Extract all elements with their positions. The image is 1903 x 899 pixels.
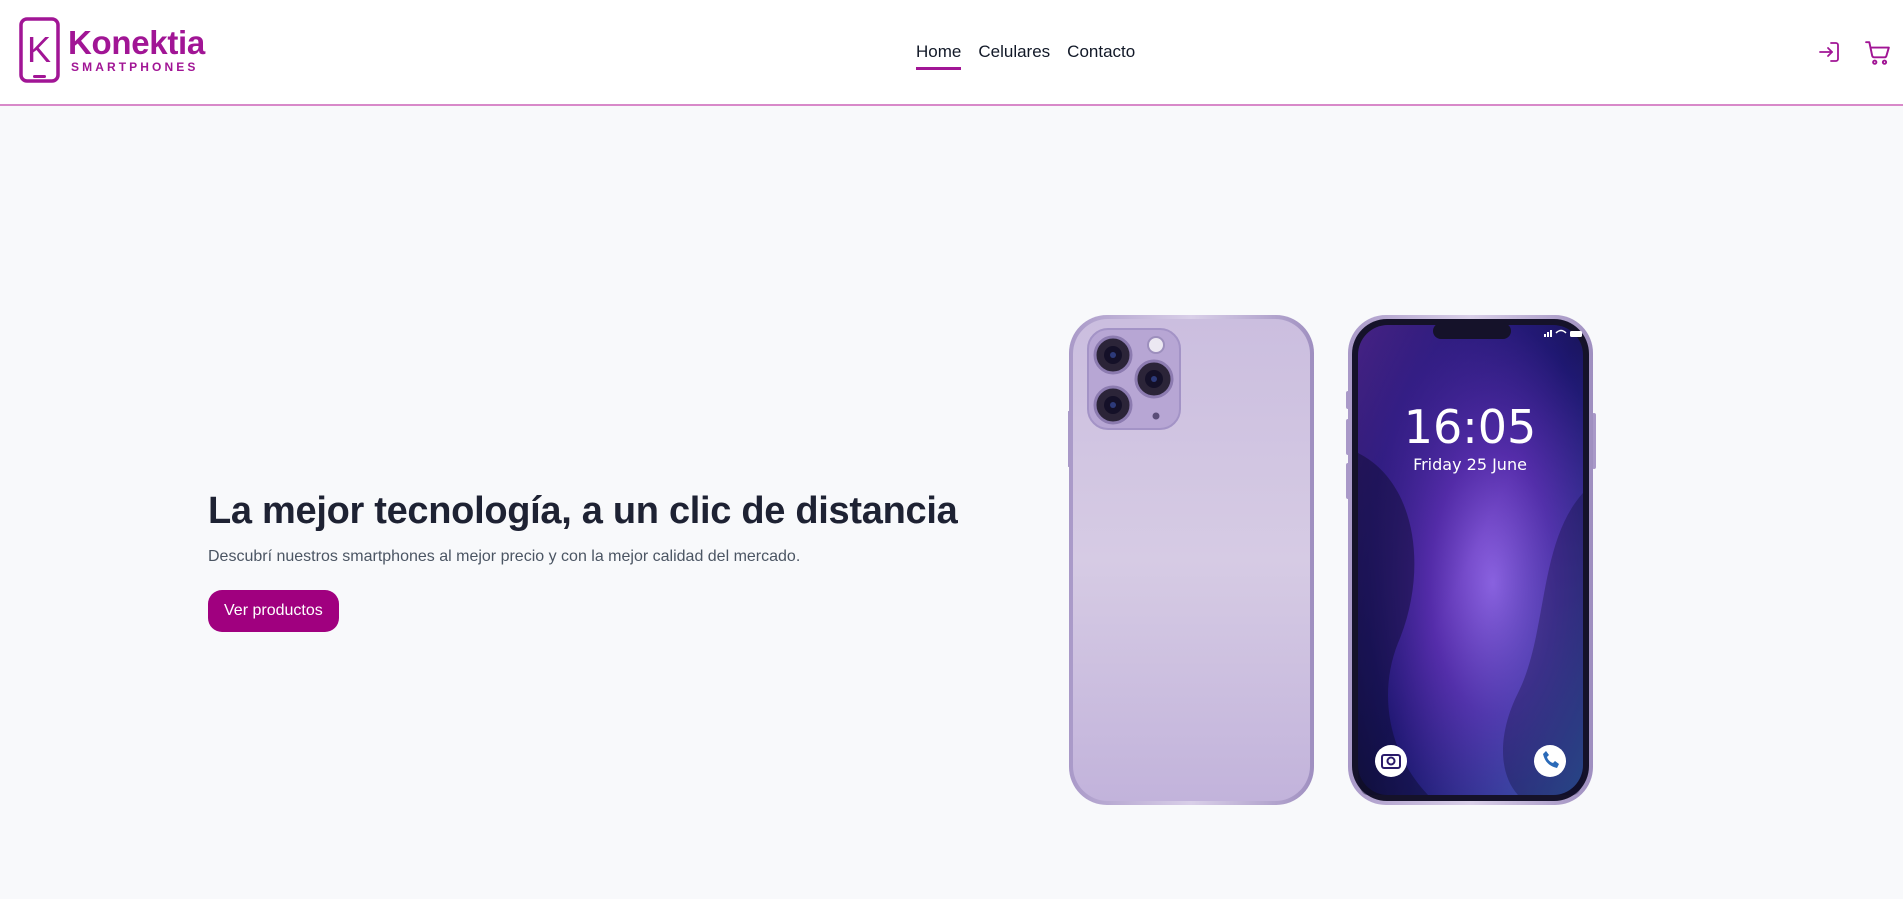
phone-lock-time: 16:05: [1404, 400, 1537, 454]
hero-title: La mejor tecnología, a un clic de distan…: [208, 490, 958, 532]
hero-phones-image: 16:05 Friday 25 June: [1064, 313, 1596, 807]
hero-subtitle: Descubrí nuestros smartphones al mejor p…: [208, 548, 801, 565]
site-header: K Konektia SMARTPHONES Home Celulares Co…: [0, 0, 1903, 106]
view-products-button[interactable]: Ver productos: [208, 590, 339, 632]
phone-lock-date: Friday 25 June: [1413, 455, 1527, 474]
nav-celulares[interactable]: Celulares: [978, 42, 1050, 70]
hero-section: La mejor tecnología, a un clic de distan…: [208, 488, 968, 632]
brand-tagline: SMARTPHONES: [71, 60, 199, 74]
header-actions: [1817, 40, 1890, 65]
brand-name: Konektia: [68, 24, 205, 61]
brand-logo[interactable]: K Konektia SMARTPHONES: [19, 17, 205, 83]
logo-mark-letter: K: [27, 29, 51, 70]
login-icon[interactable]: [1817, 40, 1841, 64]
main-nav: Home Celulares Contacto: [916, 42, 1135, 70]
nav-contacto[interactable]: Contacto: [1067, 42, 1135, 70]
cart-icon[interactable]: [1865, 40, 1890, 65]
nav-home[interactable]: Home: [916, 42, 962, 70]
phone-k-logo-icon: K: [19, 17, 60, 83]
